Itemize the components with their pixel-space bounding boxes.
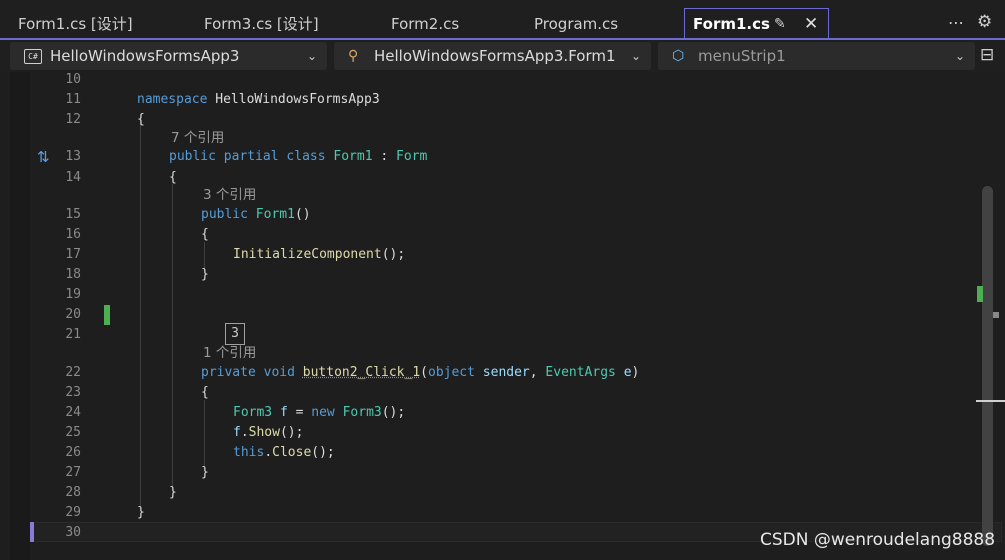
code-line-18: }: [201, 267, 209, 282]
scrollbar-change-mark: [977, 286, 983, 302]
code-line-27: }: [201, 465, 209, 480]
scrollbar-caret-mark: [976, 400, 1005, 402]
class-dropdown[interactable]: ⚲ HelloWindowsFormsApp3.Form1 ⌄: [334, 42, 651, 70]
line-number: 13: [65, 149, 81, 164]
code-line-11: namespace HelloWindowsFormsApp3: [137, 92, 380, 107]
chevron-down-icon: ⌄: [630, 49, 641, 63]
line-number: 14: [65, 170, 81, 185]
inline-hint-box: 3: [225, 323, 245, 345]
code-line-22: private void button2_Click_1(object send…: [201, 365, 640, 380]
code-line-23: {: [201, 385, 209, 400]
tab-form2[interactable]: Form2.cs: [391, 9, 459, 39]
code-line-14: {: [169, 170, 177, 185]
code-line-24: Form3 f = new Form3();: [233, 405, 406, 420]
line-number: 16: [65, 227, 81, 242]
member-label: menuStrip1: [698, 47, 786, 65]
indent-guide: [204, 400, 205, 466]
tab-label: Form2.cs: [391, 15, 460, 33]
more-options-icon[interactable]: ⋯: [948, 13, 964, 32]
split-editor-icon[interactable]: ⊟: [980, 45, 994, 65]
tab-label: Form1.cs: [693, 15, 770, 33]
line-number: 22: [65, 365, 81, 380]
codelens-references[interactable]: 1 个引用: [203, 344, 256, 362]
code-line-13: public partial class Form1 : Form: [169, 149, 428, 164]
editor-gutter: [10, 72, 30, 560]
line-number: 26: [65, 445, 81, 460]
tab-label: Form3.cs [设计]: [204, 15, 319, 33]
tab-program[interactable]: Program.cs: [534, 9, 618, 39]
chevron-down-icon: ⌄: [306, 49, 317, 63]
line-number: 18: [65, 267, 81, 282]
code-line-17: InitializeComponent();: [233, 247, 406, 262]
line-number: 29: [65, 505, 81, 520]
code-line-25: f.Show();: [233, 425, 304, 440]
tab-label: Program.cs: [534, 15, 619, 33]
code-line-16: {: [201, 227, 209, 242]
line-number: 15: [65, 207, 81, 222]
line-number: 23: [65, 385, 81, 400]
tab-form1-code-active[interactable]: Form1.cs ✎ ✕: [684, 8, 829, 39]
class-icon: ⚲: [348, 48, 359, 64]
tab-form3-designer[interactable]: Form3.cs [设计]: [204, 9, 319, 39]
tab-form1-designer[interactable]: Form1.cs [设计]: [18, 9, 133, 39]
vertical-scrollbar-thumb[interactable]: [982, 186, 993, 546]
codelens-references[interactable]: 3 个引用: [203, 186, 256, 204]
tab-label: Form1.cs [设计]: [18, 15, 133, 33]
line-number: 12: [65, 112, 81, 127]
chevron-down-icon: ⌄: [954, 49, 965, 63]
scrollbar-marker: [993, 312, 999, 318]
code-line-26: this.Close();: [233, 445, 335, 460]
code-line-28: }: [169, 485, 177, 500]
line-number: 27: [65, 465, 81, 480]
line-number: 21: [65, 327, 81, 342]
indent-guide: [140, 120, 141, 506]
member-dropdown[interactable]: ⬡ menuStrip1 ⌄: [658, 42, 975, 70]
indent-guide: [172, 184, 173, 486]
line-number: 24: [65, 405, 81, 420]
line-number: 25: [65, 425, 81, 440]
gear-icon[interactable]: ⚙: [977, 12, 992, 32]
codelens-references[interactable]: 7 个引用: [171, 129, 224, 147]
code-line-15: public Form1(): [201, 207, 311, 222]
watermark: CSDN @wenroudelang8888: [760, 530, 996, 550]
code-line-29: }: [137, 505, 145, 520]
close-icon[interactable]: ✕: [804, 9, 818, 39]
project-dropdown[interactable]: C# HelloWindowsFormsApp3 ⌄: [10, 42, 327, 70]
field-lock-icon: ⬡: [672, 48, 685, 64]
pin-icon[interactable]: ✎: [774, 9, 786, 39]
change-marker: [104, 305, 110, 325]
csharp-project-icon: C#: [24, 49, 42, 64]
line-number: 28: [65, 485, 81, 500]
line-number: 20: [65, 307, 81, 322]
code-line-12: {: [137, 112, 145, 127]
line-number: 10: [65, 72, 81, 87]
code-editor[interactable]: ⇅ 10 11 12 13 14 15 16 17 18 19 20 21 22…: [0, 72, 1005, 560]
document-tab-bar: Form1.cs [设计] Form3.cs [设计] Form2.cs Pro…: [0, 0, 1005, 40]
caret-line-marker: [30, 522, 34, 542]
navigation-bar: C# HelloWindowsFormsApp3 ⌄ ⚲ HelloWindow…: [0, 40, 1005, 72]
line-number: 19: [65, 287, 81, 302]
line-number: 17: [65, 247, 81, 262]
line-number: 11: [65, 92, 81, 107]
line-number: 30: [65, 525, 81, 540]
project-label: HelloWindowsFormsApp3: [50, 47, 240, 65]
class-label: HelloWindowsFormsApp3.Form1: [374, 47, 616, 65]
